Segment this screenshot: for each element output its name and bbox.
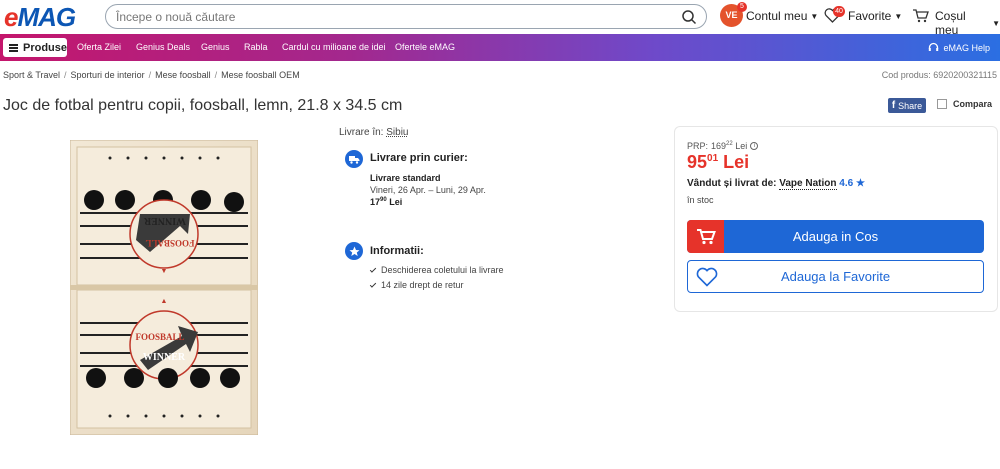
breadcrumb-separator: / (214, 70, 218, 80)
caret-down-icon: ▼ (894, 11, 903, 21)
breadcrumb-item[interactable]: Sport & Travel (3, 70, 60, 80)
image-text-foosball-bottom: FOOSBALL (135, 332, 184, 342)
courier-delivery-title: Livrare prin curier: (370, 152, 468, 164)
breadcrumb-separator: / (148, 70, 152, 80)
check-icon (369, 265, 377, 273)
add-to-favorites-label: Adauga la Favorite (780, 269, 891, 284)
breadcrumb-item[interactable]: Mese foosball (155, 70, 211, 80)
image-text-winner-bottom: WINNER (143, 352, 186, 363)
nav-link-oferta-zilei[interactable]: Oferta Zilei (77, 42, 121, 52)
info-item-label: 14 zile drept de retur (381, 280, 464, 290)
image-text-foosball-top: FOOSBALL (145, 238, 194, 248)
breadcrumb: Sport & Travel / Sporturi de interior / Me… (3, 70, 300, 80)
facebook-icon: f (891, 100, 896, 111)
share-button[interactable]: f Share (888, 98, 926, 113)
nav-link-cardul[interactable]: Cardul cu milioane de idei (282, 42, 386, 52)
nav-link-rabla[interactable]: Rabla (244, 42, 268, 52)
breadcrumb-item[interactable]: Mese foosball OEM (221, 70, 300, 80)
add-to-cart-button[interactable]: Adauga in Cos (687, 220, 984, 253)
seller-link[interactable]: Vape Nation (779, 178, 837, 190)
help-link[interactable]: eMAG Help (928, 42, 990, 53)
produse-label: Produse (22, 41, 67, 54)
headset-icon (929, 42, 939, 51)
cart-icon (687, 220, 724, 253)
delivery-city-link[interactable]: Sibiu (386, 127, 408, 138)
arrow-up-icon: ▲ (161, 298, 168, 305)
favorites-badge: 40 (833, 6, 845, 17)
search-bar[interactable] (105, 4, 707, 29)
produse-button[interactable]: Produse (3, 38, 67, 57)
info-item: Deschiderea coletului la livrare (369, 265, 504, 275)
info-item-label: Deschiderea coletului la livrare (381, 265, 504, 275)
menu-icon (9, 43, 18, 52)
page-title: Joc de fotbal pentru copii, foosball, le… (3, 97, 403, 114)
truck-icon (345, 150, 363, 168)
breadcrumb-item[interactable]: Sporturi de interior (71, 70, 145, 80)
star-icon: ★ (855, 178, 865, 189)
compare-checkbox[interactable] (937, 99, 947, 109)
cart-icon[interactable] (912, 8, 929, 23)
seller-info: Vândut și livrat de: Vape Nation 4.6 ★ (687, 178, 865, 190)
nav-link-ofertele[interactable]: Ofertele eMAG (395, 42, 455, 52)
share-label: Share (898, 100, 923, 111)
caret-down-icon: ▼ (810, 11, 819, 21)
cart-label: Coșul meu (935, 9, 966, 37)
help-label: eMAG Help (943, 42, 990, 53)
account-label: Contul meu (746, 9, 808, 23)
image-text-winner-top: WINNER (143, 215, 186, 226)
search-input[interactable] (116, 9, 676, 25)
compare-label: Compara (953, 99, 993, 109)
caret-down-icon: ▼ (992, 18, 1000, 28)
nav-link-genius[interactable]: Genius (201, 42, 230, 52)
delivery-location-label: Livrare în: (339, 127, 384, 138)
delivery-cost: 1790 Lei (370, 197, 403, 207)
seller-rating: 4.6 (839, 178, 854, 189)
product-code-value: 6920200321115 (933, 70, 997, 80)
account-menu[interactable]: Contul meu ▼ (746, 9, 818, 23)
nav-link-genius-deals[interactable]: Genius Deals (136, 42, 190, 52)
rrp-price: PRP: 16922 Lei i (687, 141, 759, 151)
seller-label: Vândut și livrat de: (687, 178, 777, 189)
current-price: 9501 Lei (687, 152, 750, 172)
favorites-menu[interactable]: Favorite ▼ (848, 9, 902, 23)
product-code: Cod produs: 6920200321115 (882, 70, 997, 80)
delivery-location: Livrare în: Sibiu (339, 127, 409, 138)
add-to-favorites-button[interactable]: Adauga la Favorite (687, 260, 984, 293)
arrow-down-icon: ▼ (161, 268, 168, 275)
standard-delivery-label: Livrare standard (370, 173, 441, 183)
breadcrumb-separator: / (64, 70, 67, 80)
info-title: Informatii: (370, 245, 424, 257)
product-image[interactable]: WINNER FOOSBALL ▼ ▲ FOOSBALL WINNER (70, 140, 258, 435)
info-icon[interactable]: i (750, 142, 759, 150)
emag-logo[interactable]: eMAG (4, 2, 76, 33)
favorites-label: Favorite (848, 9, 892, 23)
check-icon (369, 280, 377, 288)
search-icon[interactable] (681, 9, 697, 25)
product-code-label: Cod produs: (881, 70, 931, 80)
info-item: 14 zile drept de retur (369, 280, 464, 290)
star-badge-icon (345, 242, 363, 260)
heart-icon (696, 267, 718, 287)
compare-toggle[interactable]: Compara (937, 99, 992, 109)
nav-bar: Produse Oferta Zilei Genius Deals Genius… (0, 34, 1000, 61)
rrp-label: PRP: (687, 141, 709, 151)
delivery-dates: Vineri, 26 Apr. – Luni, 29 Apr. (370, 185, 486, 195)
add-to-cart-label: Adauga in Cos (792, 229, 879, 244)
cart-menu[interactable]: Coșul meu ▼ (935, 9, 1000, 37)
stock-status: în stoc (687, 195, 714, 205)
header: eMAG VE 5 Contul meu ▼ 40 Favorite ▼ Coș… (0, 0, 1000, 37)
